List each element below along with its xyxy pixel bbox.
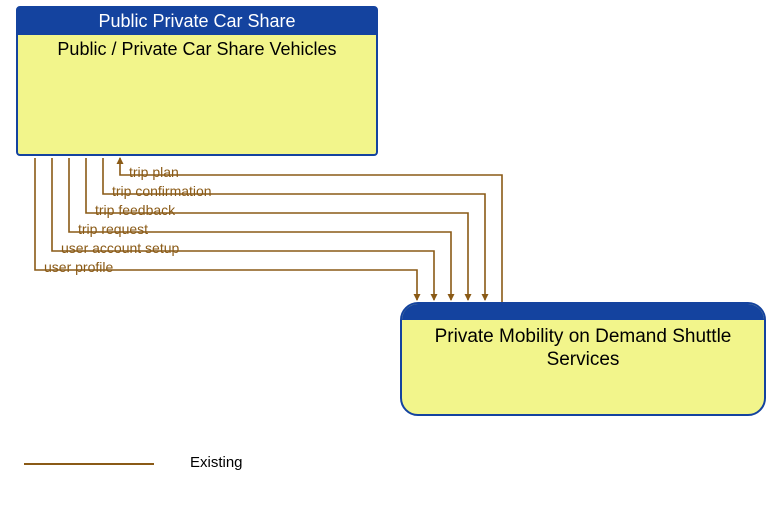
flow-label-trip-feedback: trip feedback bbox=[95, 202, 175, 218]
flow-label-trip-request: trip request bbox=[78, 221, 148, 237]
legend-label-existing: Existing bbox=[190, 454, 243, 471]
flow-label-user-profile: user profile bbox=[44, 259, 113, 275]
flow-label-trip-plan: trip plan bbox=[129, 164, 179, 180]
flow-label-trip-confirmation: trip confirmation bbox=[112, 183, 212, 199]
legend-line-existing bbox=[24, 463, 154, 465]
flow-label-user-account-setup: user account setup bbox=[61, 240, 179, 256]
